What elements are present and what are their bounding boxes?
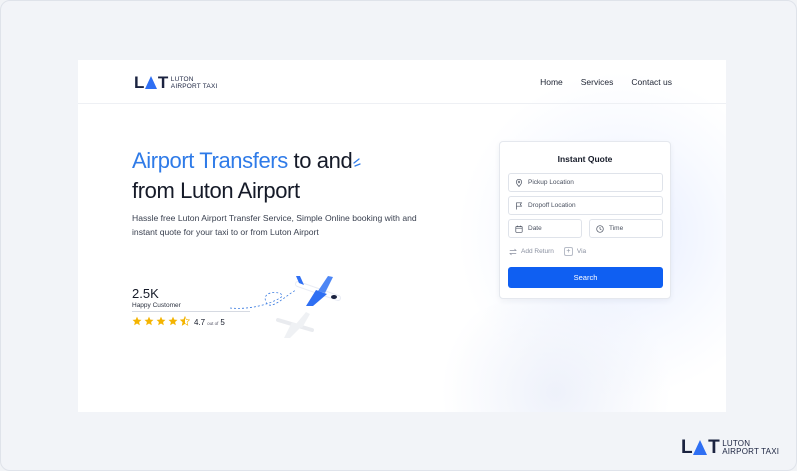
airplane-icon [295, 276, 341, 306]
rating-stars [132, 316, 190, 326]
plus-icon[interactable]: + [563, 247, 573, 256]
rating-text: 4.7 out of 5 [194, 318, 225, 327]
search-button[interactable]: Search [508, 267, 663, 288]
logo-text: LUTON AIRPORT TAXI [171, 76, 218, 90]
logo-line2: AIRPORT TAXI [170, 83, 218, 90]
clock-icon [596, 224, 604, 233]
flag-icon [516, 201, 523, 209]
hero-title-line1: Airport Transfers to and [132, 146, 362, 176]
instant-quote-card: Instant Quote Pickup Location Dropoff Lo… [499, 141, 671, 299]
customer-count: 2.5K [132, 286, 159, 301]
nav-contact[interactable]: Contact us [631, 77, 672, 87]
quote-title: Instant Quote [557, 154, 613, 164]
add-return-toggle[interactable]: Add Return [521, 248, 554, 255]
sparkle-icon [353, 158, 361, 167]
dropoff-placeholder: Dropoff Location [528, 202, 576, 209]
calendar-icon [515, 225, 523, 233]
site-logo[interactable]: LT LUTON AIRPORT TAXI [134, 73, 218, 93]
rating-value: 4.7 [194, 318, 206, 327]
logo-mark: LT [134, 73, 168, 93]
rating-max: 5 [220, 318, 225, 327]
airplane-shadow-icon [276, 312, 314, 338]
logo-mark-l: L [134, 73, 144, 92]
corner-logo-line2: AIRPORT TAXI [722, 447, 780, 456]
time-placeholder: Time [609, 225, 624, 232]
star-icon [168, 316, 178, 326]
rating-suffix: out of [207, 321, 219, 326]
star-icon [132, 316, 142, 326]
logo-line1: LUTON [170, 76, 194, 83]
corner-logo-triangle-icon [693, 439, 708, 455]
swap-icon[interactable] [509, 248, 517, 256]
site-header: LT LUTON AIRPORT TAXI Home Services Cont… [78, 60, 726, 104]
hero-title-highlight: Airport Transfers [132, 148, 288, 173]
star-icon [156, 316, 166, 326]
time-field[interactable]: Time [589, 219, 663, 238]
pin-icon [515, 178, 523, 187]
date-placeholder: Date [528, 225, 542, 232]
main-nav: Home Services Contact us [540, 77, 672, 87]
corner-logo-mark-t: T [708, 437, 720, 458]
corner-logo-mark: LT [681, 437, 720, 459]
logo-mark-t: T [157, 73, 168, 92]
hero-title-line2: from Luton Airport [132, 178, 300, 203]
dropoff-location-field[interactable]: Dropoff Location [508, 196, 663, 215]
nav-home[interactable]: Home [540, 77, 563, 87]
date-field[interactable]: Date [508, 219, 582, 238]
logo-triangle-icon [144, 75, 157, 89]
corner-logo: LT LUTON AIRPORT TAXI [681, 437, 779, 459]
corner-logo-text: LUTON AIRPORT TAXI [722, 439, 780, 457]
airplane-illustration [230, 276, 341, 338]
corner-logo-mark-l: L [681, 437, 693, 458]
star-half-icon [180, 316, 190, 326]
via-toggle[interactable]: Via [577, 248, 586, 255]
star-icon [144, 316, 154, 326]
hero-title-rest: to and [293, 148, 353, 173]
pickup-location-field[interactable]: Pickup Location [508, 173, 663, 192]
hero-description: Hassle free Luton Airport Transfer Servi… [132, 213, 417, 237]
hero-title: Airport Transfers to and from Luton Airp… [132, 146, 362, 206]
website-page: LT LUTON AIRPORT TAXI Home Services Cont… [78, 60, 726, 412]
nav-services[interactable]: Services [581, 77, 614, 87]
pickup-placeholder: Pickup Location [528, 179, 574, 186]
options-row: Add Return + Via [509, 247, 586, 256]
customer-label: Happy Customer [132, 302, 181, 309]
